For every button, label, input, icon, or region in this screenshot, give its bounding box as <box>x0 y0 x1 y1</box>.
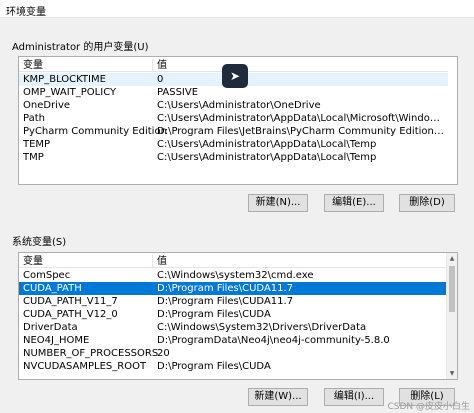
scroll-up-arrow-icon[interactable]: ▲ <box>447 253 457 264</box>
var-value: D:\Program Files\CUDA <box>157 309 271 320</box>
var-value: 0 <box>157 74 164 85</box>
var-value: D:\Program Files\CUDA11.7 <box>157 283 294 294</box>
column-header-value[interactable]: 值 <box>157 59 447 72</box>
var-name: TEMP <box>23 139 51 150</box>
var-name: TMP <box>23 152 44 163</box>
system-new-button[interactable]: 新建(W)... <box>248 388 308 406</box>
var-name: NEO4J_HOME <box>23 335 90 346</box>
assistant-app-icon[interactable]: ➤ <box>222 64 248 88</box>
table-row[interactable]: ComSpec C:\Windows\system32\cmd.exe <box>19 269 448 282</box>
var-value: C:\Users\Administrator\AppData\Local\Tem… <box>157 152 377 163</box>
var-name: PyCharm Community Edition <box>23 126 167 137</box>
table-row[interactable]: NVCUDASAMPLES_ROOT D:\Program Files\CUDA <box>19 360 448 373</box>
var-value: C:\Users\Administrator\AppData\Local\Tem… <box>157 139 377 150</box>
system-vars-list[interactable]: 变量 值 ComSpec C:\Windows\system32\cmd.exe… <box>18 252 458 380</box>
column-header-variable[interactable]: 变量 <box>23 255 43 268</box>
table-row[interactable]: Path C:\Users\Administrator\AppData\Loca… <box>19 112 448 125</box>
system-vars-group-label: 系统变量(S) <box>12 237 67 248</box>
var-name: KMP_BLOCKTIME <box>23 74 106 85</box>
user-new-button[interactable]: 新建(N)... <box>248 194 308 212</box>
var-name: CUDA_PATH_V11_7 <box>23 296 118 307</box>
var-value: C:\Windows\System32\Drivers\DriverData <box>157 322 367 333</box>
var-value: C:\Windows\system32\cmd.exe <box>157 270 314 281</box>
scroll-down-arrow-icon[interactable]: ▼ <box>447 368 457 379</box>
table-row[interactable]: TMP C:\Users\Administrator\AppData\Local… <box>19 151 448 164</box>
var-value: D:\ProgramData\Neo4j\neo4j-community-5.8… <box>157 335 390 346</box>
user-vars-group-label: Administrator 的用户变量(U) <box>12 42 149 53</box>
table-row[interactable]: NUMBER_OF_PROCESSORS 20 <box>19 347 448 360</box>
table-row[interactable]: OneDrive C:\Users\Administrator\OneDrive <box>19 99 448 112</box>
var-name: DriverData <box>23 322 78 333</box>
var-name: CUDA_PATH_V12_0 <box>23 309 118 320</box>
user-edit-button[interactable]: 编辑(E)... <box>324 194 384 212</box>
table-row[interactable]: DriverData C:\Windows\System32\Drivers\D… <box>19 321 448 334</box>
table-row[interactable]: TEMP C:\Users\Administrator\AppData\Loca… <box>19 138 448 151</box>
var-value: C:\Users\Administrator\OneDrive <box>157 100 321 111</box>
var-value: PASSIVE <box>157 87 199 98</box>
table-row[interactable]: CUDA_PATH_V12_0 D:\Program Files\CUDA <box>19 308 448 321</box>
window-titlebar: 环境变量 <box>0 0 474 18</box>
system-edit-button[interactable]: 编辑(I)... <box>324 388 384 406</box>
var-value: C:\Users\Administrator\AppData\Local\Mic… <box>157 113 447 124</box>
vertical-scrollbar[interactable]: ▲ ▼ <box>446 253 457 379</box>
scroll-thumb[interactable] <box>449 266 455 312</box>
var-name: CUDA_PATH <box>23 283 82 294</box>
table-row[interactable]: NEO4J_HOME D:\ProgramData\Neo4j\neo4j-co… <box>19 334 448 347</box>
var-value: D:\Program Files\CUDA11.7 <box>157 296 294 307</box>
var-name: OneDrive <box>23 100 71 111</box>
column-header-value[interactable]: 值 <box>157 255 447 268</box>
table-row[interactable]: PyCharm Community Edition D:\Program Fil… <box>19 125 448 138</box>
var-value: 20 <box>157 348 170 359</box>
column-header-variable[interactable]: 变量 <box>23 59 43 72</box>
column-separator[interactable] <box>152 255 153 268</box>
var-name: OMP_WAIT_POLICY <box>23 87 117 98</box>
window-title: 环境变量 <box>6 7 46 18</box>
var-name: NVCUDASAMPLES_ROOT <box>23 361 147 372</box>
var-value: D:\Program Files\CUDA <box>157 361 271 372</box>
table-row-selected[interactable]: CUDA_PATH D:\Program Files\CUDA11.7 <box>19 282 448 295</box>
column-separator[interactable] <box>152 59 153 72</box>
watermark: CSDN @皮皮小白生 <box>387 402 470 412</box>
var-name: Path <box>23 113 45 124</box>
user-delete-button[interactable]: 删除(D) <box>399 194 455 212</box>
var-name: NUMBER_OF_PROCESSORS <box>23 348 159 359</box>
table-row[interactable]: CUDA_PATH_V11_7 D:\Program Files\CUDA11.… <box>19 295 448 308</box>
system-vars-header: 变量 值 <box>19 255 448 268</box>
var-value: D:\Program Files\JetBrains\PyCharm Commu… <box>157 126 447 137</box>
var-name: ComSpec <box>23 270 71 281</box>
